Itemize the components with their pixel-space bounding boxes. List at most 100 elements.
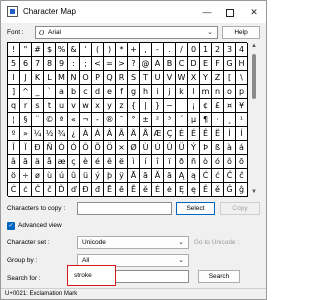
scroll-up-icon[interactable]: ▲ (251, 43, 257, 49)
character-cell[interactable]: 3 (224, 43, 236, 57)
character-cell[interactable]: ï (164, 155, 176, 169)
character-cell[interactable]: ¯ (116, 113, 128, 127)
character-cell[interactable]: 1 (200, 43, 212, 57)
character-cell[interactable]: ? (128, 57, 140, 71)
character-cell[interactable]: Õ (92, 141, 104, 155)
character-cell[interactable]: ¼ (32, 127, 44, 141)
character-cell[interactable]: ú (56, 169, 68, 183)
character-cell[interactable]: ċ (20, 183, 32, 197)
character-cell[interactable]: ô (224, 155, 236, 169)
character-cell[interactable]: - (152, 43, 164, 57)
character-cell[interactable]: 9 (56, 57, 68, 71)
character-cell[interactable]: ± (140, 113, 152, 127)
character-cell[interactable]: % (56, 43, 68, 57)
character-cell[interactable]: v (68, 99, 80, 113)
character-cell[interactable]: đ (92, 183, 104, 197)
character-cell[interactable]: ó (212, 155, 224, 169)
character-cell[interactable]: : (68, 57, 80, 71)
character-cell[interactable]: j (164, 85, 176, 99)
character-cell[interactable]: Î (8, 141, 20, 155)
character-cell[interactable]: Á (92, 127, 104, 141)
character-cell[interactable]: Ü (176, 141, 188, 155)
character-cell[interactable]: ø (32, 169, 44, 183)
character-cell[interactable]: Ï (20, 141, 32, 155)
character-cell[interactable]: Ú (152, 141, 164, 155)
character-cell[interactable]: Ù (140, 141, 152, 155)
search-input-extension[interactable] (116, 270, 189, 283)
character-cell[interactable]: ě (212, 183, 224, 197)
character-cell[interactable]: Â (104, 127, 116, 141)
character-cell[interactable]: K (32, 71, 44, 85)
character-cell[interactable]: Ã (116, 127, 128, 141)
character-cell[interactable]: L (44, 71, 56, 85)
character-cell[interactable]: d (92, 85, 104, 99)
character-cell[interactable]: T (140, 71, 152, 85)
character-cell[interactable]: ă (164, 169, 176, 183)
advanced-view-checkbox[interactable]: ✓ (7, 222, 15, 230)
character-cell[interactable]: E (200, 57, 212, 71)
character-cell[interactable]: ½ (44, 127, 56, 141)
character-cell[interactable]: S (128, 71, 140, 85)
character-cell[interactable]: û (68, 169, 80, 183)
character-cell[interactable]: Ý (188, 141, 200, 155)
character-cell[interactable]: ¢ (200, 99, 212, 113)
character-cell[interactable]: © (44, 113, 56, 127)
character-cell[interactable]: é (92, 155, 104, 169)
character-cell[interactable]: ã (20, 155, 32, 169)
character-cell[interactable]: Ô (80, 141, 92, 155)
character-cell[interactable]: ÿ (116, 169, 128, 183)
character-cell[interactable]: Ê (200, 127, 212, 141)
character-cell[interactable]: 0 (188, 43, 200, 57)
character-cell[interactable]: 8 (44, 57, 56, 71)
character-cell[interactable]: Û (164, 141, 176, 155)
character-cell[interactable]: / (176, 43, 188, 57)
character-cell[interactable]: ü (80, 169, 92, 183)
character-cell[interactable]: Z (212, 71, 224, 85)
character-cell[interactable]: V (164, 71, 176, 85)
character-cell[interactable]: ~ (164, 99, 176, 113)
character-cell[interactable]: Þ (200, 141, 212, 155)
character-cell[interactable]: ` (44, 85, 56, 99)
character-cell[interactable]: B (164, 57, 176, 71)
character-cell[interactable]: } (152, 99, 164, 113)
character-cell[interactable]: ç (68, 155, 80, 169)
character-cell[interactable]: t (44, 99, 56, 113)
character-cell[interactable]: X (188, 71, 200, 85)
character-cell[interactable]: ñ (188, 155, 200, 169)
character-cell[interactable]: @ (140, 57, 152, 71)
character-cell[interactable]: ¬ (80, 113, 92, 127)
character-cell[interactable]: W (176, 71, 188, 85)
character-cell[interactable]: # (32, 43, 44, 57)
character-cell[interactable]: Ď (56, 183, 68, 197)
character-cell[interactable]: ¹ (236, 113, 248, 127)
character-cell[interactable]: ē (116, 183, 128, 197)
character-cell[interactable]: g (128, 85, 140, 99)
character-cell[interactable]: º (8, 127, 20, 141)
character-cell[interactable]: ³ (164, 113, 176, 127)
character-cell[interactable]: £ (212, 99, 224, 113)
character-cell[interactable]: Ä (128, 127, 140, 141)
character-cell[interactable]: . (164, 43, 176, 57)
character-cell[interactable]: Č (32, 183, 44, 197)
character-cell[interactable]: 4 (236, 43, 248, 57)
character-cell[interactable]: Ě (200, 183, 212, 197)
character-cell[interactable]: Ç (164, 127, 176, 141)
character-cell[interactable] (176, 99, 188, 113)
character-cell[interactable]: § (20, 113, 32, 127)
character-cell[interactable]: - (92, 113, 104, 127)
character-cell[interactable]: ^ (20, 85, 32, 99)
advanced-view-label[interactable]: Advanced view (18, 222, 62, 229)
character-cell[interactable]: Ø (128, 141, 140, 155)
character-cell[interactable]: ! (8, 43, 20, 57)
character-cell[interactable]: + (128, 43, 140, 57)
character-cell[interactable]: Ĕ (128, 183, 140, 197)
character-cell[interactable]: ß (212, 141, 224, 155)
character-cell[interactable]: æ (56, 155, 68, 169)
character-cell[interactable]: Ą (176, 169, 188, 183)
character-cell[interactable]: Ñ (44, 141, 56, 155)
character-cell[interactable]: « (68, 113, 80, 127)
character-cell[interactable]: Ĉ (224, 169, 236, 183)
character-cell[interactable]: Ā (128, 169, 140, 183)
character-cell[interactable]: õ (236, 155, 248, 169)
character-cell[interactable]: À (80, 127, 92, 141)
